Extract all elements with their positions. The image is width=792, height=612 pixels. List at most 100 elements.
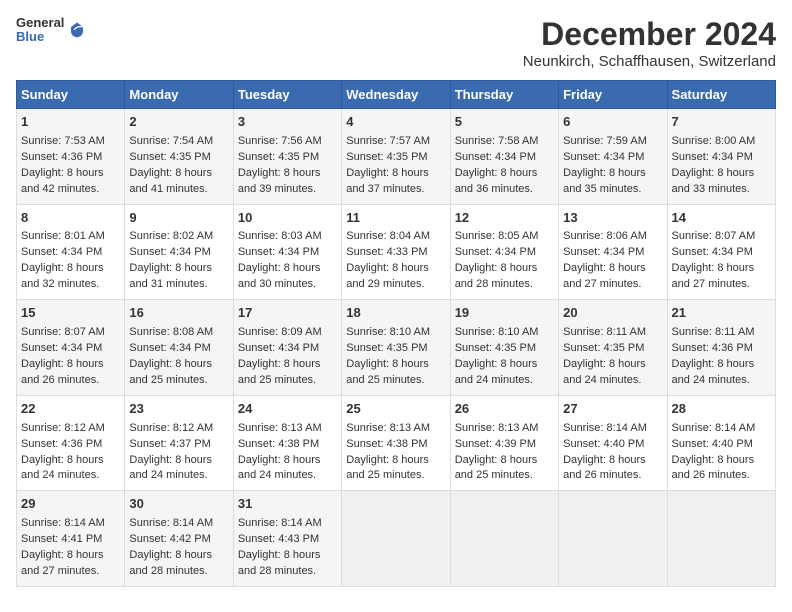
day-info: Sunrise: 8:12 AM xyxy=(21,421,120,437)
day-number: 6 xyxy=(563,113,662,132)
day-info: Sunset: 4:33 PM xyxy=(346,245,445,261)
day-info: Daylight: 8 hours xyxy=(129,548,228,564)
header-friday: Friday xyxy=(559,81,667,109)
day-info: Sunset: 4:34 PM xyxy=(238,245,337,261)
day-info: Daylight: 8 hours xyxy=(129,357,228,373)
day-info: Sunrise: 8:13 AM xyxy=(238,421,337,437)
day-number: 28 xyxy=(672,400,771,419)
day-info: Sunset: 4:38 PM xyxy=(238,437,337,453)
table-cell: 20 Sunrise: 8:11 AMSunset: 4:35 PMDayligh… xyxy=(559,300,667,396)
day-info: Sunrise: 8:00 AM xyxy=(672,134,771,150)
day-info: Sunset: 4:43 PM xyxy=(238,532,337,548)
day-number: 17 xyxy=(238,304,337,323)
day-info: Daylight: 8 hours xyxy=(21,357,120,373)
table-cell: 13Sunrise: 8:06 AMSunset: 4:34 PMDayligh… xyxy=(559,204,667,300)
day-info: Sunset: 4:34 PM xyxy=(563,150,662,166)
day-info: Sunrise: 8:14 AM xyxy=(238,516,337,532)
week-row-4: 22Sunrise: 8:12 AMSunset: 4:36 PMDayligh… xyxy=(17,395,776,491)
day-info: Sunrise: 7:59 AM xyxy=(563,134,662,150)
day-info: and 26 minutes. xyxy=(21,373,120,389)
header-thursday: Thursday xyxy=(450,81,558,109)
day-info: Daylight: 8 hours xyxy=(455,166,554,182)
logo-icon xyxy=(68,21,86,39)
day-info: Sunrise: 7:57 AM xyxy=(346,134,445,150)
day-info: Daylight: 8 hours xyxy=(672,357,771,373)
day-number: 3 xyxy=(238,113,337,132)
day-info: Daylight: 8 hours xyxy=(672,261,771,277)
day-info: Sunrise: 8:12 AM xyxy=(129,421,228,437)
header-wednesday: Wednesday xyxy=(342,81,450,109)
header-sunday: Sunday xyxy=(17,81,125,109)
day-info: and 39 minutes. xyxy=(238,182,337,198)
header-row: Sunday Monday Tuesday Wednesday Thursday… xyxy=(17,81,776,109)
day-number: 5 xyxy=(455,113,554,132)
day-info: Daylight: 8 hours xyxy=(563,357,662,373)
table-cell: 14Sunrise: 8:07 AMSunset: 4:34 PMDayligh… xyxy=(667,204,775,300)
table-cell: 21Sunrise: 8:11 AMSunset: 4:36 PMDayligh… xyxy=(667,300,775,396)
day-info: Sunrise: 8:11 AM xyxy=(563,325,662,341)
day-info: Sunset: 4:34 PM xyxy=(455,245,554,261)
day-info: and 32 minutes. xyxy=(21,277,120,293)
day-info: Sunrise: 8:06 AM xyxy=(563,229,662,245)
day-info: Sunset: 4:39 PM xyxy=(455,437,554,453)
day-info: and 26 minutes. xyxy=(672,468,771,484)
day-info: Daylight: 8 hours xyxy=(21,166,120,182)
day-number: 19 xyxy=(455,304,554,323)
day-number: 15 xyxy=(21,304,120,323)
day-info: Daylight: 8 hours xyxy=(238,357,337,373)
day-number: 27 xyxy=(563,400,662,419)
day-number: 21 xyxy=(672,304,771,323)
table-cell: 7Sunrise: 8:00 AMSunset: 4:34 PMDaylight… xyxy=(667,109,775,205)
day-info: Daylight: 8 hours xyxy=(672,453,771,469)
day-info: Sunrise: 8:13 AM xyxy=(346,421,445,437)
day-info: and 24 minutes. xyxy=(21,468,120,484)
table-cell: 5Sunrise: 7:58 AMSunset: 4:34 PMDaylight… xyxy=(450,109,558,205)
table-cell: 6 Sunrise: 7:59 AMSunset: 4:34 PMDaylight… xyxy=(559,109,667,205)
table-cell xyxy=(450,491,558,587)
header-saturday: Saturday xyxy=(667,81,775,109)
day-number: 31 xyxy=(238,495,337,514)
day-info: Sunrise: 8:04 AM xyxy=(346,229,445,245)
day-number: 13 xyxy=(563,209,662,228)
day-info: Sunrise: 7:54 AM xyxy=(129,134,228,150)
day-info: Sunset: 4:41 PM xyxy=(21,532,120,548)
day-info: Daylight: 8 hours xyxy=(129,453,228,469)
header-monday: Monday xyxy=(125,81,233,109)
day-info: Daylight: 8 hours xyxy=(672,166,771,182)
day-number: 9 xyxy=(129,209,228,228)
day-number: 29 xyxy=(21,495,120,514)
table-cell: 10Sunrise: 8:03 AMSunset: 4:34 PMDayligh… xyxy=(233,204,341,300)
day-info: Sunrise: 8:07 AM xyxy=(21,325,120,341)
day-info: Daylight: 8 hours xyxy=(455,261,554,277)
day-info: and 25 minutes. xyxy=(346,468,445,484)
day-info: Sunrise: 7:56 AM xyxy=(238,134,337,150)
day-info: and 42 minutes. xyxy=(21,182,120,198)
day-info: Daylight: 8 hours xyxy=(563,453,662,469)
table-cell: 1Sunrise: 7:53 AMSunset: 4:36 PMDaylight… xyxy=(17,109,125,205)
day-info: and 36 minutes. xyxy=(455,182,554,198)
day-info: Sunrise: 8:08 AM xyxy=(129,325,228,341)
day-info: Sunset: 4:36 PM xyxy=(672,341,771,357)
page-title: December 2024 xyxy=(523,16,776,53)
day-number: 11 xyxy=(346,209,445,228)
day-info: Daylight: 8 hours xyxy=(346,357,445,373)
day-info: Sunrise: 8:14 AM xyxy=(129,516,228,532)
day-info: Sunset: 4:36 PM xyxy=(21,150,120,166)
table-cell: 17Sunrise: 8:09 AMSunset: 4:34 PMDayligh… xyxy=(233,300,341,396)
table-cell: 25Sunrise: 8:13 AMSunset: 4:38 PMDayligh… xyxy=(342,395,450,491)
day-info: Sunset: 4:35 PM xyxy=(563,341,662,357)
logo: General Blue xyxy=(16,16,86,45)
day-info: and 31 minutes. xyxy=(129,277,228,293)
table-cell: 22Sunrise: 8:12 AMSunset: 4:36 PMDayligh… xyxy=(17,395,125,491)
day-info: Sunrise: 8:09 AM xyxy=(238,325,337,341)
day-number: 16 xyxy=(129,304,228,323)
day-info: Sunset: 4:36 PM xyxy=(21,437,120,453)
day-number: 2 xyxy=(129,113,228,132)
day-info: Sunset: 4:34 PM xyxy=(672,150,771,166)
day-number: 4 xyxy=(346,113,445,132)
day-info: and 24 minutes. xyxy=(238,468,337,484)
day-info: Sunrise: 8:13 AM xyxy=(455,421,554,437)
day-number: 20 xyxy=(563,304,662,323)
day-info: and 24 minutes. xyxy=(563,373,662,389)
day-info: Daylight: 8 hours xyxy=(563,166,662,182)
